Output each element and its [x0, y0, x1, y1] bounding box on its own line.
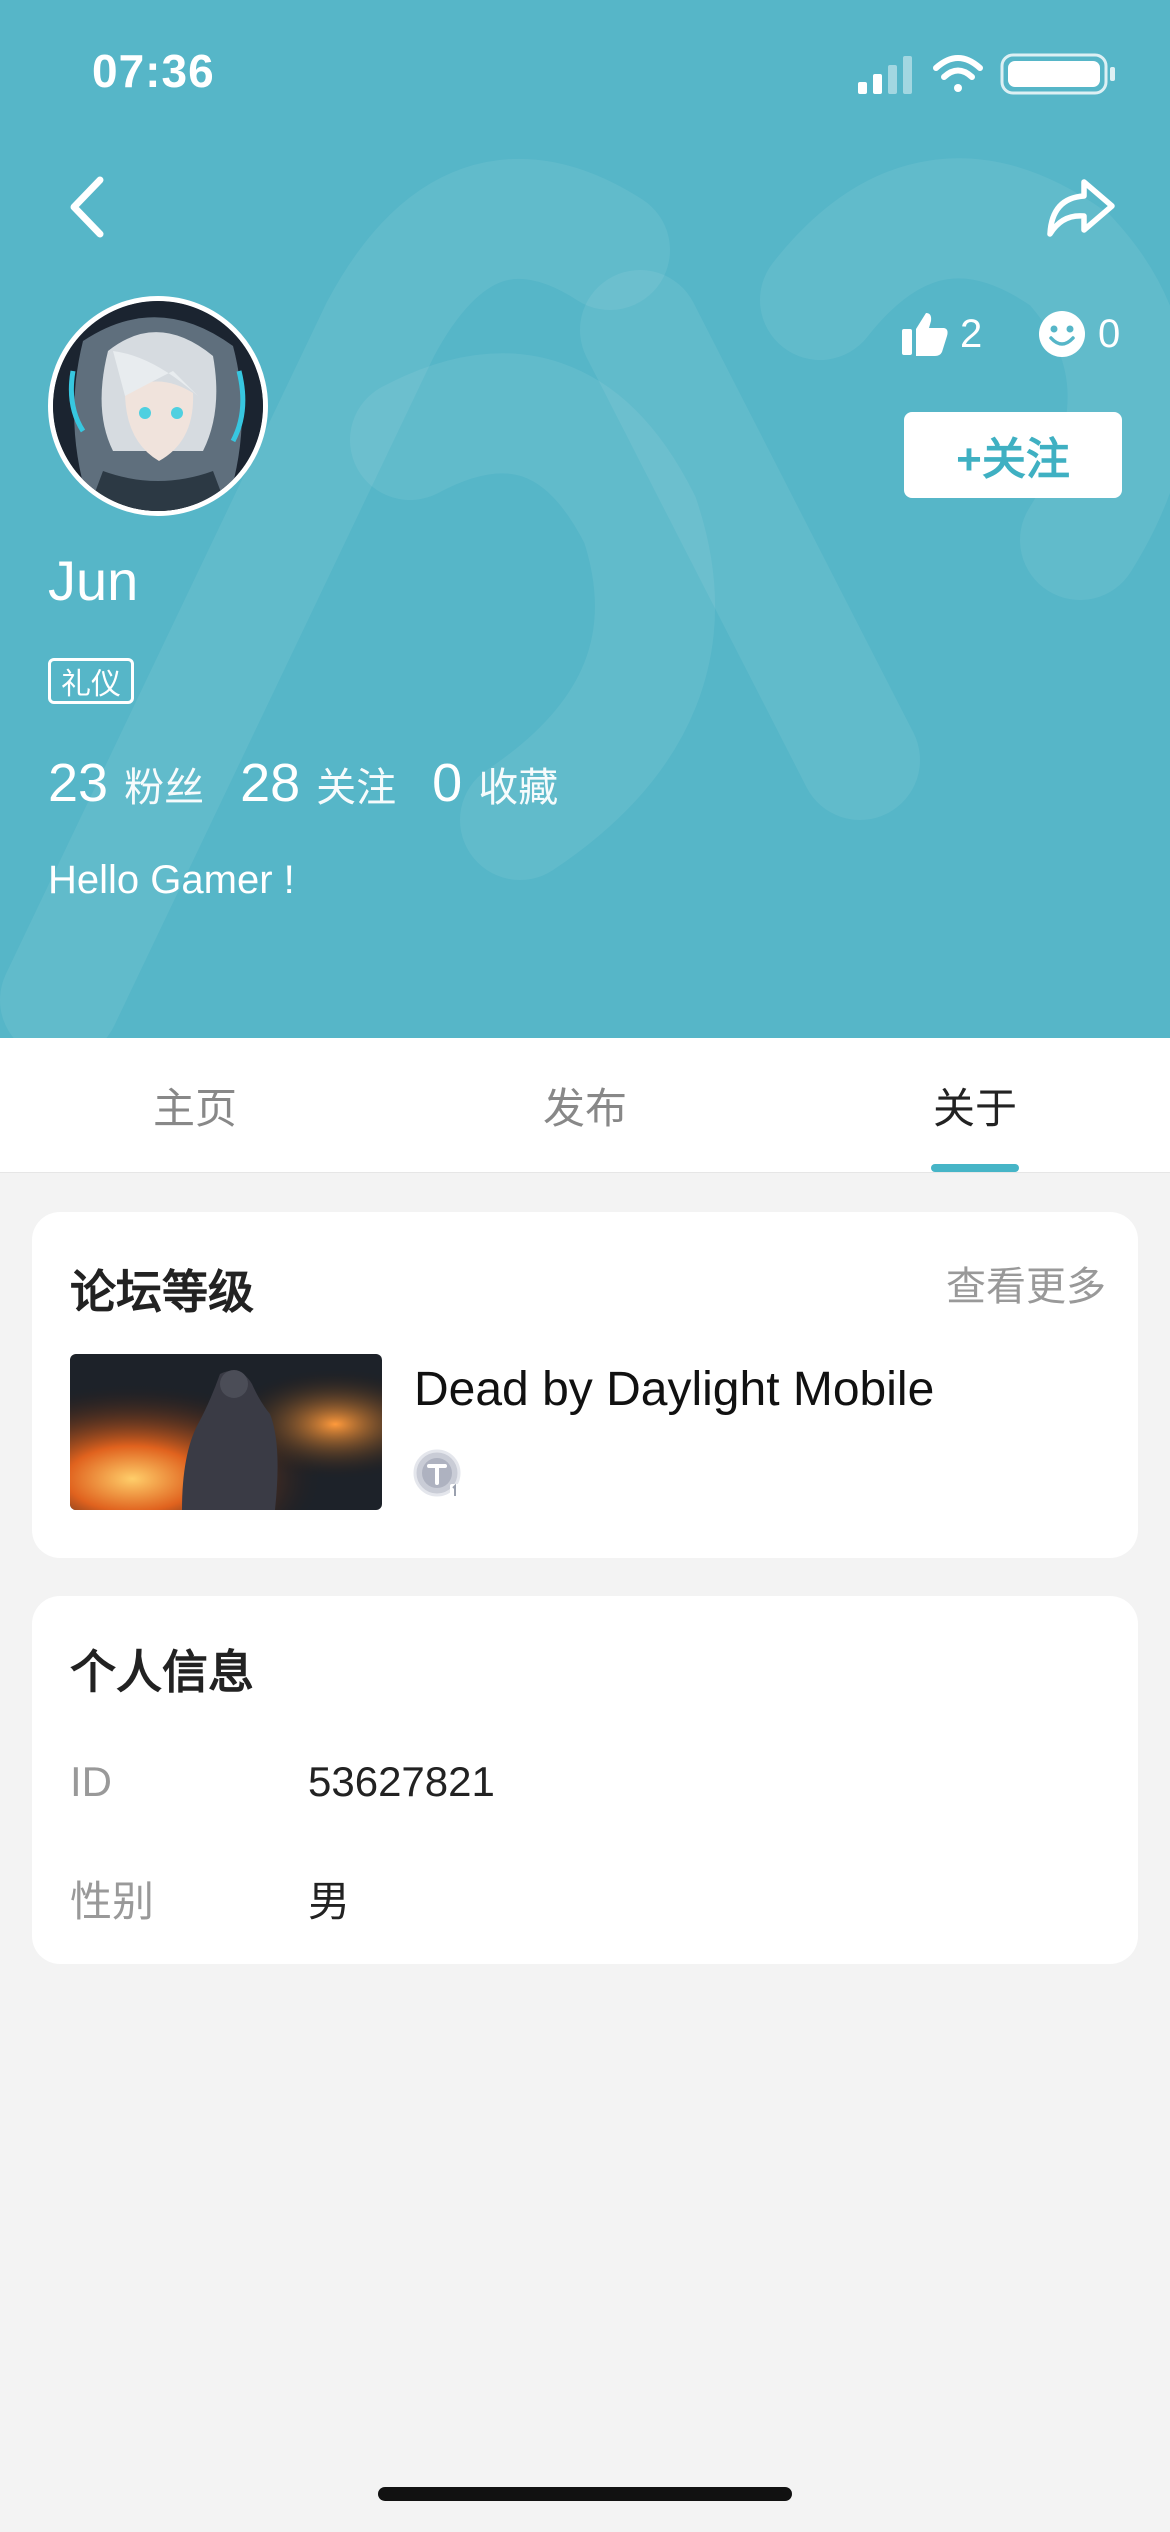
likes-count: 2	[960, 311, 983, 356]
gender-label: 性别	[70, 1878, 155, 1925]
level-badge-icon	[413, 1449, 461, 1498]
user-bio: Hello Gamer !	[48, 858, 295, 902]
profile-tabs: 主页 发布 关于	[0, 1038, 1170, 1173]
favorites-label[interactable]: 收藏	[478, 755, 558, 813]
share-arrow-icon	[1047, 179, 1115, 237]
likes-counter[interactable]: 2	[900, 306, 982, 362]
follow-button[interactable]: +关注	[904, 412, 1122, 498]
game-thumbnail[interactable]	[70, 1354, 382, 1510]
battery-icon	[1000, 53, 1115, 95]
status-icons	[858, 53, 1115, 95]
reactions-counter[interactable]: 0	[1038, 306, 1120, 362]
followers-count[interactable]: 23	[48, 752, 108, 814]
followers-label[interactable]: 粉丝	[124, 755, 204, 813]
username: Jun	[48, 549, 139, 612]
signal-icon	[858, 56, 912, 94]
thumbs-up-icon	[902, 313, 948, 356]
tab-about[interactable]: 关于	[780, 1038, 1170, 1172]
gender-value: 男	[308, 1878, 351, 1925]
share-button[interactable]	[1044, 172, 1118, 242]
tab-posts[interactable]: 发布	[390, 1038, 780, 1172]
profile-stats: 23 粉丝 28 关注 0 收藏	[48, 752, 594, 814]
view-more-link[interactable]: 查看更多	[946, 1254, 1106, 1312]
avatar-image	[53, 301, 263, 511]
chevron-left-icon	[70, 176, 104, 238]
personal-info-title: 个人信息	[70, 1646, 254, 1698]
status-time: 07:36	[92, 45, 215, 97]
id-value: 53627821	[308, 1758, 495, 1805]
home-indicator[interactable]	[378, 2487, 792, 2501]
profile-header: 07:36 2 0 +关注 Jun 礼仪 23 粉丝 28 关注 0 收藏 He…	[0, 0, 1170, 1038]
avatar[interactable]	[48, 296, 268, 516]
favorites-count[interactable]: 0	[432, 752, 462, 814]
smiley-icon	[1039, 311, 1085, 357]
back-button[interactable]	[60, 172, 116, 242]
following-count[interactable]: 28	[240, 752, 300, 814]
forum-level-title: 论坛等级	[70, 1266, 254, 1318]
following-label[interactable]: 关注	[316, 755, 396, 813]
forum-level-card: 论坛等级 查看更多 Dead by Daylight Mobile	[32, 1212, 1138, 1558]
personal-info-card: 个人信息 ID 53627821 性别 男	[32, 1596, 1138, 1964]
id-label: ID	[70, 1758, 112, 1805]
tab-home[interactable]: 主页	[0, 1038, 390, 1172]
active-tab-indicator	[931, 1164, 1019, 1172]
wifi-icon	[933, 55, 983, 92]
game-cover-image	[70, 1354, 382, 1510]
reactions-count: 0	[1098, 311, 1121, 356]
game-name[interactable]: Dead by Daylight Mobile	[414, 1362, 934, 1417]
user-tag-badge: 礼仪	[48, 658, 134, 704]
